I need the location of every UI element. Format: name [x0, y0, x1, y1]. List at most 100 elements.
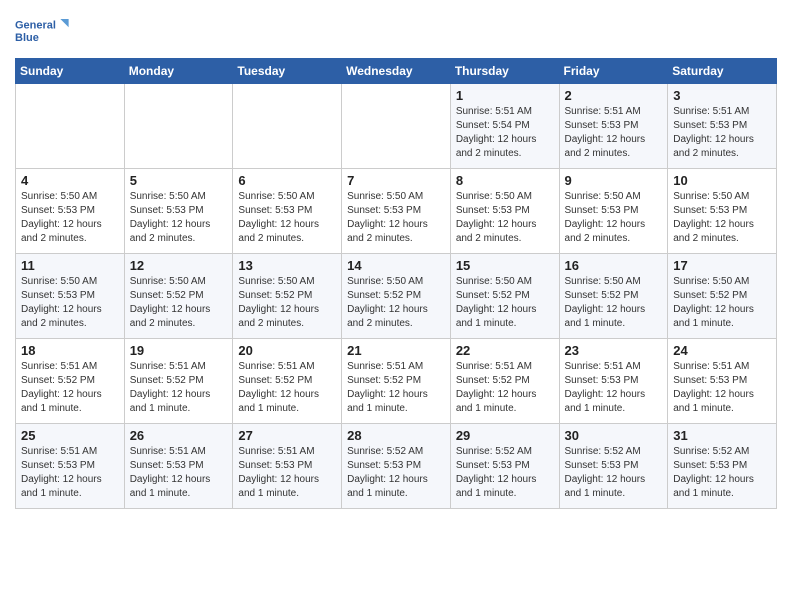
calendar-cell: 11Sunrise: 5:50 AM Sunset: 5:53 PM Dayli…	[16, 254, 125, 339]
day-number: 3	[673, 88, 771, 103]
day-number: 14	[347, 258, 445, 273]
svg-text:Blue: Blue	[15, 32, 39, 44]
calendar-cell: 30 Sunrise: 5:52 AM Sunset: 5:53 PM Dayli…	[559, 424, 668, 509]
calendar-cell	[16, 84, 125, 169]
day-number: 4	[21, 173, 119, 188]
day-number: 5	[130, 173, 228, 188]
calendar-cell: 28 Sunrise: 5:52 AM Sunset: 5:53 PM Dayli…	[342, 424, 451, 509]
svg-text:General: General	[15, 20, 56, 32]
day-info: Sunrise: 5:51 AM Sunset: 5:53 PM Dayligh…	[565, 105, 663, 161]
day-number: 2	[565, 88, 663, 103]
calendar-week-row: 11Sunrise: 5:50 AM Sunset: 5:53 PM Dayli…	[16, 254, 777, 339]
weekday-header: Tuesday	[233, 59, 342, 84]
day-info: Sunrise: 5:50 AM Sunset: 5:52 PM Dayligh…	[673, 275, 771, 331]
day-info: Sunrise: 5:52 AM Sunset: 5:53 PM Dayligh…	[347, 445, 445, 501]
calendar-cell: 2 Sunrise: 5:51 AM Sunset: 5:53 PM Daylig…	[559, 84, 668, 169]
day-number: 27	[238, 428, 336, 443]
calendar-cell: 25Sunrise: 5:51 AM Sunset: 5:53 PM Dayli…	[16, 424, 125, 509]
calendar-week-row: 1 Sunrise: 5:51 AM Sunset: 5:54 PM Daylig…	[16, 84, 777, 169]
calendar-cell: 7Sunrise: 5:50 AM Sunset: 5:53 PM Daylig…	[342, 169, 451, 254]
day-info: Sunrise: 5:51 AM Sunset: 5:52 PM Dayligh…	[21, 360, 119, 416]
day-number: 17	[673, 258, 771, 273]
day-info: Sunrise: 5:50 AM Sunset: 5:53 PM Dayligh…	[456, 190, 554, 246]
logo: General Blue	[15, 10, 70, 50]
day-info: Sunrise: 5:50 AM Sunset: 5:52 PM Dayligh…	[238, 275, 336, 331]
weekday-header: Sunday	[16, 59, 125, 84]
day-info: Sunrise: 5:52 AM Sunset: 5:53 PM Dayligh…	[673, 445, 771, 501]
calendar-cell: 22Sunrise: 5:51 AM Sunset: 5:52 PM Dayli…	[450, 339, 559, 424]
calendar-header: SundayMondayTuesdayWednesdayThursdayFrid…	[16, 59, 777, 84]
day-info: Sunrise: 5:50 AM Sunset: 5:52 PM Dayligh…	[456, 275, 554, 331]
page-header: General Blue	[15, 10, 777, 50]
day-info: Sunrise: 5:52 AM Sunset: 5:53 PM Dayligh…	[456, 445, 554, 501]
day-number: 30	[565, 428, 663, 443]
day-info: Sunrise: 5:50 AM Sunset: 5:53 PM Dayligh…	[347, 190, 445, 246]
calendar-cell: 1 Sunrise: 5:51 AM Sunset: 5:54 PM Daylig…	[450, 84, 559, 169]
day-number: 19	[130, 343, 228, 358]
day-info: Sunrise: 5:51 AM Sunset: 5:52 PM Dayligh…	[130, 360, 228, 416]
calendar-cell: 31 Sunrise: 5:52 AM Sunset: 5:53 PM Dayli…	[668, 424, 777, 509]
day-number: 15	[456, 258, 554, 273]
day-info: Sunrise: 5:51 AM Sunset: 5:54 PM Dayligh…	[456, 105, 554, 161]
calendar-cell: 21 Sunrise: 5:51 AM Sunset: 5:52 PM Dayli…	[342, 339, 451, 424]
day-number: 22	[456, 343, 554, 358]
day-number: 28	[347, 428, 445, 443]
day-info: Sunrise: 5:51 AM Sunset: 5:53 PM Dayligh…	[130, 445, 228, 501]
calendar-cell: 27 Sunrise: 5:51 AM Sunset: 5:53 PM Dayli…	[233, 424, 342, 509]
day-number: 8	[456, 173, 554, 188]
calendar-cell: 8 Sunrise: 5:50 AM Sunset: 5:53 PM Daylig…	[450, 169, 559, 254]
day-info: Sunrise: 5:51 AM Sunset: 5:52 PM Dayligh…	[347, 360, 445, 416]
day-info: Sunrise: 5:50 AM Sunset: 5:52 PM Dayligh…	[347, 275, 445, 331]
calendar-week-row: 25Sunrise: 5:51 AM Sunset: 5:53 PM Dayli…	[16, 424, 777, 509]
calendar-cell: 24 Sunrise: 5:51 AM Sunset: 5:53 PM Dayli…	[668, 339, 777, 424]
day-number: 18	[21, 343, 119, 358]
calendar-cell	[342, 84, 451, 169]
calendar-cell: 29 Sunrise: 5:52 AM Sunset: 5:53 PM Dayli…	[450, 424, 559, 509]
day-info: Sunrise: 5:51 AM Sunset: 5:53 PM Dayligh…	[673, 105, 771, 161]
weekday-header: Thursday	[450, 59, 559, 84]
calendar-cell: 16 Sunrise: 5:50 AM Sunset: 5:52 PM Dayli…	[559, 254, 668, 339]
calendar-cell: 3 Sunrise: 5:51 AM Sunset: 5:53 PM Daylig…	[668, 84, 777, 169]
calendar-cell: 26 Sunrise: 5:51 AM Sunset: 5:53 PM Dayli…	[124, 424, 233, 509]
day-info: Sunrise: 5:50 AM Sunset: 5:53 PM Dayligh…	[238, 190, 336, 246]
day-info: Sunrise: 5:51 AM Sunset: 5:53 PM Dayligh…	[21, 445, 119, 501]
calendar-cell: 9Sunrise: 5:50 AM Sunset: 5:53 PM Daylig…	[559, 169, 668, 254]
calendar-cell: 5 Sunrise: 5:50 AM Sunset: 5:53 PM Daylig…	[124, 169, 233, 254]
day-info: Sunrise: 5:51 AM Sunset: 5:53 PM Dayligh…	[673, 360, 771, 416]
day-number: 20	[238, 343, 336, 358]
calendar-cell: 4 Sunrise: 5:50 AM Sunset: 5:53 PM Daylig…	[16, 169, 125, 254]
day-number: 9	[565, 173, 663, 188]
day-number: 21	[347, 343, 445, 358]
calendar-cell: 20 Sunrise: 5:51 AM Sunset: 5:52 PM Dayli…	[233, 339, 342, 424]
day-info: Sunrise: 5:50 AM Sunset: 5:53 PM Dayligh…	[130, 190, 228, 246]
calendar-cell: 12Sunrise: 5:50 AM Sunset: 5:52 PM Dayli…	[124, 254, 233, 339]
calendar-week-row: 4 Sunrise: 5:50 AM Sunset: 5:53 PM Daylig…	[16, 169, 777, 254]
calendar-cell: 23Sunrise: 5:51 AM Sunset: 5:53 PM Dayli…	[559, 339, 668, 424]
day-info: Sunrise: 5:50 AM Sunset: 5:52 PM Dayligh…	[565, 275, 663, 331]
day-number: 6	[238, 173, 336, 188]
day-number: 1	[456, 88, 554, 103]
day-info: Sunrise: 5:52 AM Sunset: 5:53 PM Dayligh…	[565, 445, 663, 501]
weekday-row: SundayMondayTuesdayWednesdayThursdayFrid…	[16, 59, 777, 84]
day-number: 24	[673, 343, 771, 358]
calendar-body: 1 Sunrise: 5:51 AM Sunset: 5:54 PM Daylig…	[16, 84, 777, 509]
calendar-cell	[233, 84, 342, 169]
calendar-cell: 14 Sunrise: 5:50 AM Sunset: 5:52 PM Dayli…	[342, 254, 451, 339]
day-number: 31	[673, 428, 771, 443]
day-info: Sunrise: 5:50 AM Sunset: 5:53 PM Dayligh…	[673, 190, 771, 246]
day-info: Sunrise: 5:50 AM Sunset: 5:52 PM Dayligh…	[130, 275, 228, 331]
calendar-cell: 19 Sunrise: 5:51 AM Sunset: 5:52 PM Dayli…	[124, 339, 233, 424]
day-number: 26	[130, 428, 228, 443]
calendar-cell: 18 Sunrise: 5:51 AM Sunset: 5:52 PM Dayli…	[16, 339, 125, 424]
logo-icon: General Blue	[15, 10, 70, 50]
weekday-header: Saturday	[668, 59, 777, 84]
calendar-cell: 17 Sunrise: 5:50 AM Sunset: 5:52 PM Dayli…	[668, 254, 777, 339]
day-number: 29	[456, 428, 554, 443]
day-info: Sunrise: 5:51 AM Sunset: 5:53 PM Dayligh…	[238, 445, 336, 501]
day-number: 16	[565, 258, 663, 273]
day-number: 10	[673, 173, 771, 188]
calendar-cell: 6 Sunrise: 5:50 AM Sunset: 5:53 PM Daylig…	[233, 169, 342, 254]
calendar-cell: 15 Sunrise: 5:50 AM Sunset: 5:52 PM Dayli…	[450, 254, 559, 339]
day-info: Sunrise: 5:50 AM Sunset: 5:53 PM Dayligh…	[21, 190, 119, 246]
day-info: Sunrise: 5:51 AM Sunset: 5:52 PM Dayligh…	[238, 360, 336, 416]
